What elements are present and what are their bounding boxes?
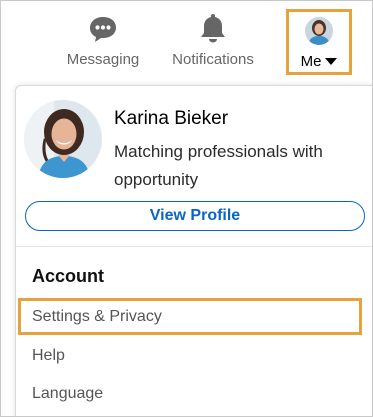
- section-divider: [16, 246, 372, 247]
- account-heading: Account: [32, 266, 104, 286]
- me-avatar: [305, 17, 333, 45]
- profile-avatar[interactable]: [24, 100, 102, 178]
- nav-notifications-label: Notifications: [172, 51, 254, 68]
- nav-me-button[interactable]: Me: [286, 9, 352, 75]
- menu-item-settings-privacy[interactable]: Settings & Privacy: [18, 298, 362, 335]
- me-label: Me: [300, 53, 322, 70]
- menu-item-label: Settings & Privacy: [32, 307, 162, 325]
- messaging-icon: [88, 13, 118, 43]
- bell-icon: [199, 13, 227, 43]
- nav-messaging-label: Messaging: [66, 51, 140, 68]
- menu-item-help[interactable]: Help: [32, 347, 65, 365]
- caret-down-icon: [325, 58, 338, 65]
- nav-notifications[interactable]: Notifications: [161, 13, 265, 75]
- me-dropdown-panel: Karina Bieker Matching professionals wit…: [15, 85, 372, 416]
- nav-messaging[interactable]: Messaging: [59, 13, 147, 75]
- profile-headline: Matching professionals with opportunity: [114, 142, 323, 189]
- top-nav-bar: Messaging Notifications Me: [1, 1, 372, 85]
- menu-item-language[interactable]: Language: [32, 385, 103, 403]
- linkedin-me-menu-window: Messaging Notifications Me Karina Bieker…: [0, 0, 373, 417]
- view-profile-button[interactable]: View Profile: [25, 201, 365, 231]
- profile-name: Karina Bieker: [114, 108, 229, 129]
